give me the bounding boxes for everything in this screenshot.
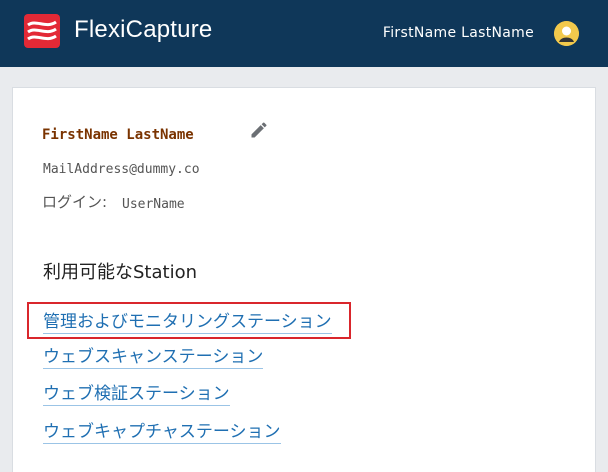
flexicapture-logo-icon[interactable] bbox=[24, 14, 60, 48]
profile-email: MailAddress@dummy.co bbox=[43, 162, 200, 177]
header-user-name[interactable]: FirstName LastName bbox=[383, 25, 534, 41]
top-navigation-bar: FlexiCapture FirstName LastName bbox=[0, 0, 608, 67]
station-link-web-capture[interactable]: ウェブキャプチャステーション bbox=[43, 421, 281, 444]
login-value: UserName bbox=[122, 197, 185, 212]
profile-name: FirstName LastName bbox=[42, 127, 194, 143]
user-avatar-icon[interactable] bbox=[554, 21, 579, 46]
station-link-web-verification[interactable]: ウェブ検証ステーション bbox=[43, 383, 230, 406]
app-title: FlexiCapture bbox=[74, 16, 213, 43]
pencil-icon[interactable] bbox=[249, 120, 269, 140]
available-stations-title: 利用可能なStation bbox=[43, 262, 197, 283]
station-link-web-scan[interactable]: ウェブスキャンステーション bbox=[43, 346, 264, 369]
login-label: ログイン: bbox=[42, 193, 108, 211]
highlight-box bbox=[27, 302, 351, 339]
